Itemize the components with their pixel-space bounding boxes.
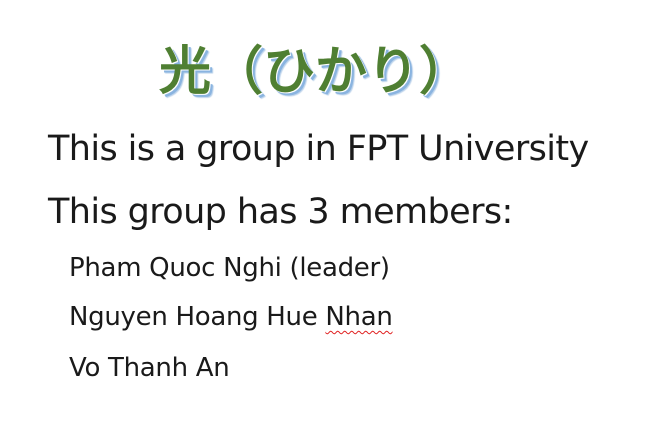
- member-item: Vo Thanh An: [69, 351, 230, 385]
- document-title: 光（ひかり）: [158, 42, 471, 102]
- spellcheck-flagged-word[interactable]: Nhan: [325, 302, 392, 332]
- document-page: 光（ひかり） This is a group in FPT University…: [0, 0, 657, 443]
- member-name: Pham Quoc Nghi (leader): [69, 253, 390, 283]
- member-item: Pham Quoc Nghi (leader): [69, 251, 390, 285]
- member-name: Vo Thanh An: [69, 353, 230, 383]
- member-name: Nguyen Hoang Hue: [69, 302, 326, 332]
- intro-line: This is a group in FPT University: [48, 129, 589, 169]
- members-heading: This group has 3 members:: [48, 192, 513, 232]
- member-item: Nguyen Hoang Hue Nhan: [69, 300, 393, 334]
